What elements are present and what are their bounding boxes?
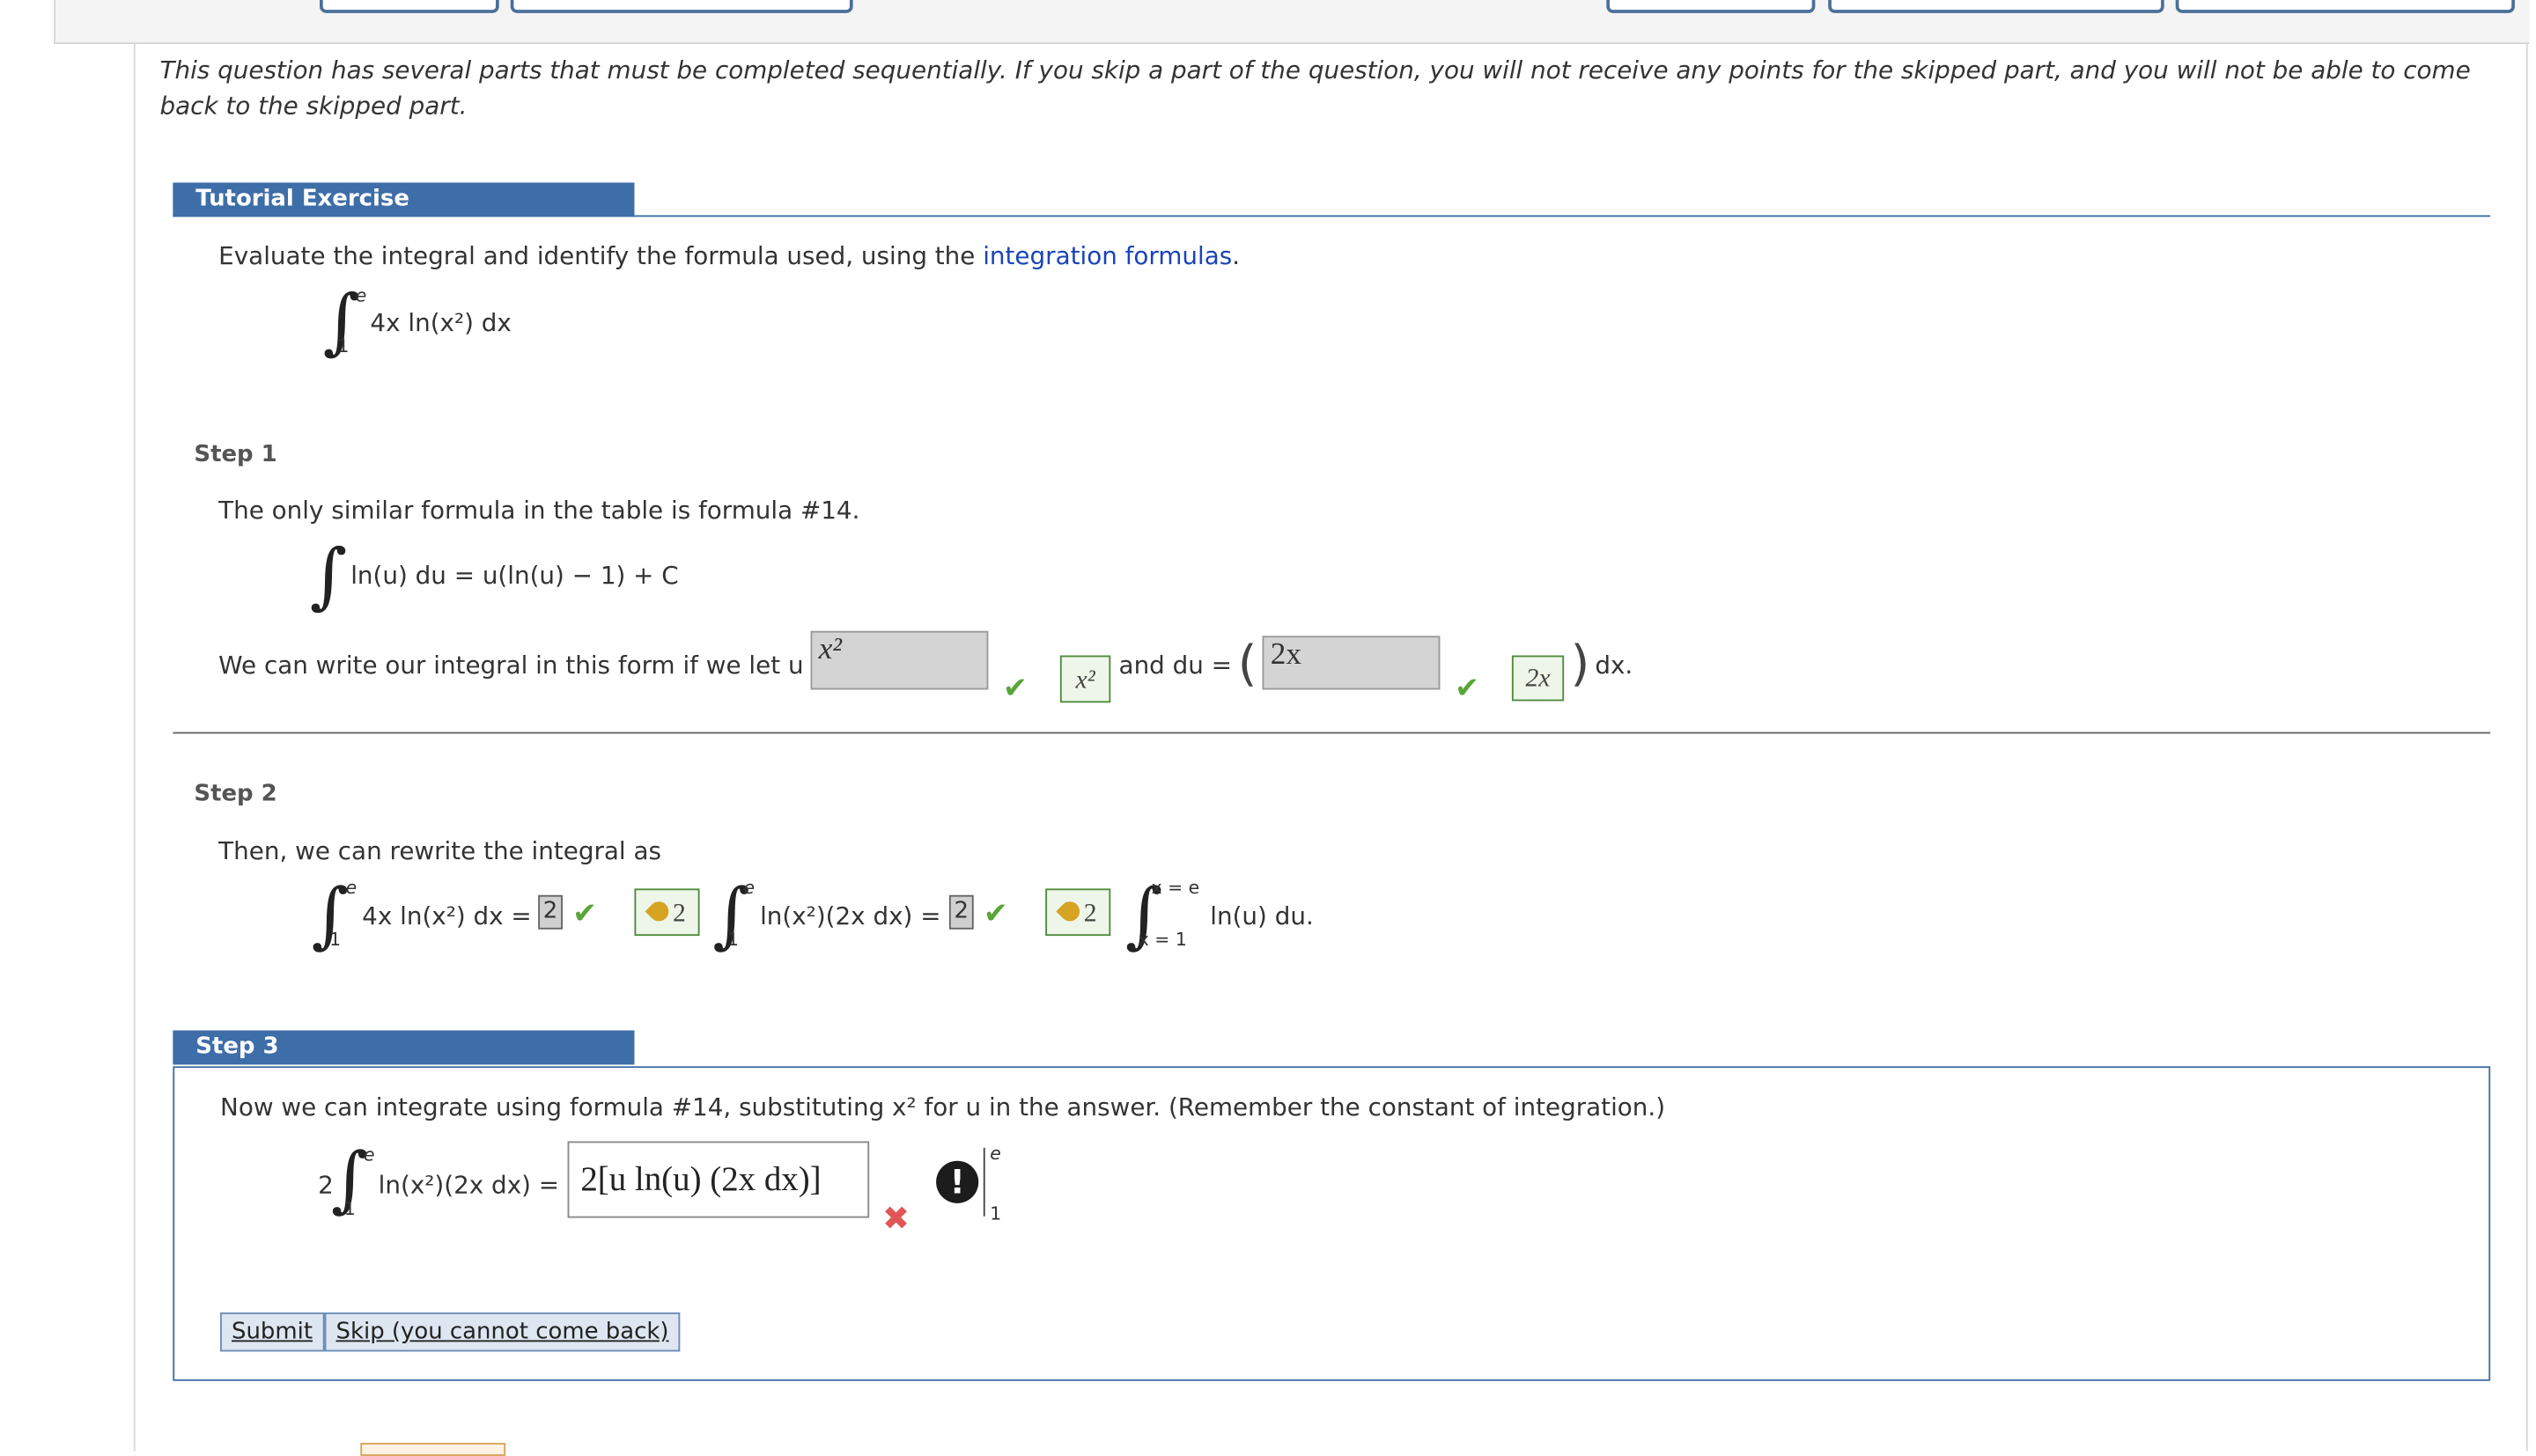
antiderivative-answer-field[interactable]: 2[u ln(u) (2x dx)] [567, 1141, 870, 1218]
tutorial-integrand: 4x ln(x²) dx [370, 308, 512, 338]
step2-mid: ln(x²)(2x dx) = [760, 901, 941, 931]
key-icon [644, 897, 673, 926]
step2-lhs: 4x ln(x²) dx = [362, 901, 532, 931]
step1-label: Step 1 [194, 441, 277, 468]
key-icon [1055, 897, 1083, 926]
instructions-text: This question has several parts that mus… [159, 55, 2471, 121]
tutorial-prompt: Evaluate the integral and identify the f… [218, 241, 1241, 271]
step2-text: Then, we can rewrite the integral as [218, 836, 661, 866]
my-notes-button[interactable] [1606, 0, 1816, 13]
lower-limit: 1 [727, 929, 740, 951]
upper-limit: e [355, 285, 367, 307]
correct-check-icon: ✔ [1455, 672, 1480, 706]
skip-button[interactable]: Skip (you cannot come back) [324, 1312, 681, 1352]
step-divider [173, 732, 2491, 734]
upper-limit: e [743, 877, 756, 899]
step1-sentence: We can write our integral in this form i… [218, 650, 832, 680]
alert-icon[interactable]: ! [936, 1160, 979, 1203]
constant-answer-field[interactable]: 2 [948, 894, 974, 930]
lower-limit: 1 [329, 929, 342, 951]
correct-check-icon: ✔ [572, 896, 598, 931]
page-border-left [133, 42, 136, 1452]
evaluation-bar [983, 1147, 985, 1217]
submit-button[interactable]: Submit [220, 1312, 324, 1352]
tutorial-header-rule [173, 215, 2491, 217]
constant-key-answer: 2 [634, 888, 700, 937]
u-answer-field[interactable]: x² [810, 630, 989, 690]
practice-another-button[interactable] [2175, 0, 2515, 13]
lower-limit: x = 1 [1138, 929, 1187, 951]
tutorial-exercise-header: Tutorial Exercise [173, 182, 635, 217]
u-key-answer: x² [1059, 655, 1111, 703]
step3-header: Step 3 [173, 1030, 635, 1065]
lower-limit: 1 [343, 1198, 356, 1220]
upper-limit: e [345, 877, 358, 899]
step3-integrand: ln(x²)(2x dx) = [378, 1170, 560, 1201]
lower-limit: 1 [337, 335, 350, 357]
step2-rhs: ln(u) du. [1210, 901, 1314, 931]
constant-answer-field[interactable]: 2 [538, 894, 563, 930]
ask-your-teacher-button[interactable] [1828, 0, 2164, 13]
upper-limit: x = e [1151, 877, 1200, 899]
du-key-answer: 2x [1511, 655, 1565, 702]
top-toolbar [54, 0, 2530, 45]
next-item-button[interactable] [360, 1443, 506, 1456]
page-border-right [2525, 42, 2528, 1452]
incorrect-x-icon: ✖ [881, 1198, 910, 1238]
and-du-label: and du = [1118, 650, 1233, 680]
open-paren: ( [1237, 636, 1257, 694]
du-answer-field[interactable]: 2x [1262, 636, 1441, 690]
correct-check-icon: ✔ [1003, 672, 1028, 706]
upper-limit: e [364, 1144, 375, 1166]
eval-upper-limit: e [990, 1143, 1001, 1165]
formula-14: ln(u) du = u(ln(u) − 1) + C [350, 561, 679, 591]
previous-answers-button[interactable] [510, 0, 853, 13]
step2-label: Step 2 [194, 781, 277, 807]
integral-sign: ∫ [309, 534, 348, 618]
correct-check-icon: ✔ [983, 896, 1008, 931]
integration-formulas-link[interactable]: integration formulas [983, 241, 1232, 270]
step1-text: The only similar formula in the table is… [218, 496, 860, 526]
close-paren: ) [1570, 636, 1590, 694]
constant-key-answer: 2 [1045, 888, 1111, 937]
step3-text: Now we can integrate using formula #14, … [220, 1092, 1666, 1122]
eval-lower-limit: 1 [990, 1202, 1002, 1224]
details-button[interactable] [320, 0, 499, 13]
dx-label: dx. [1595, 650, 1633, 680]
